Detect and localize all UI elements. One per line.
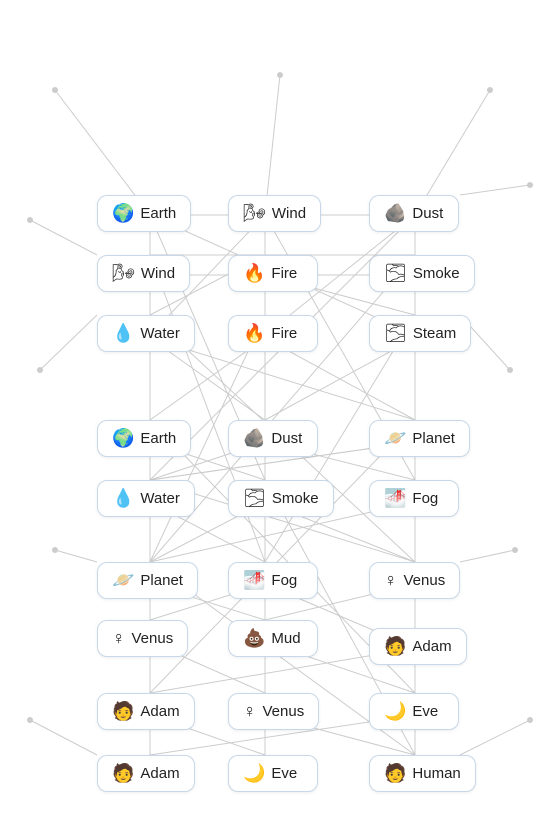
element-card-dust2[interactable]: 🪨 Dust — [228, 420, 318, 457]
element-card-smoke1[interactable]: 🌫 Smoke — [369, 255, 475, 292]
card-label: Smoke — [272, 490, 319, 507]
card-label: Fog — [271, 572, 297, 589]
card-label: Planet — [412, 430, 455, 447]
card-emoji: 🌍 — [112, 428, 134, 449]
element-card-mud1[interactable]: 💩 Mud — [228, 620, 318, 657]
card-label: Wind — [272, 205, 306, 222]
card-label: Adam — [140, 703, 179, 720]
card-emoji: 🌫 — [384, 263, 407, 284]
card-emoji: ♀ — [112, 628, 126, 649]
card-emoji: 🧑 — [384, 763, 406, 784]
card-emoji: 🌙 — [384, 701, 406, 722]
card-label: Smoke — [413, 265, 460, 282]
card-emoji: 💧 — [112, 323, 134, 344]
card-emoji: 🪐 — [112, 570, 134, 591]
element-card-water2[interactable]: 💧 Water — [97, 480, 195, 517]
element-card-human1[interactable]: 🧑 Human — [369, 755, 476, 792]
card-label: Fog — [412, 490, 438, 507]
card-label: Venus — [263, 703, 305, 720]
card-emoji: 🌁 — [384, 488, 406, 509]
card-label: Venus — [404, 572, 446, 589]
element-card-planet2[interactable]: 🪐 Planet — [97, 562, 198, 599]
element-card-planet1[interactable]: 🪐 Planet — [369, 420, 470, 457]
card-emoji: 🧑 — [112, 763, 134, 784]
card-emoji: 🌫 — [243, 488, 266, 509]
card-emoji: 🌍 — [112, 203, 134, 224]
card-label: Eve — [271, 765, 297, 782]
card-label: Human — [412, 765, 460, 782]
element-card-water1[interactable]: 💧 Water — [97, 315, 195, 352]
element-card-earth2[interactable]: 🌍 Earth — [97, 420, 191, 457]
card-label: Wind — [141, 265, 175, 282]
card-emoji: 🧑 — [112, 701, 134, 722]
element-card-fire1[interactable]: 🔥 Fire — [228, 255, 318, 292]
card-emoji: 🌫 — [384, 323, 407, 344]
element-card-venus3[interactable]: ♀ Venus — [228, 693, 319, 730]
card-emoji: 🪨 — [243, 428, 265, 449]
element-card-dust1[interactable]: 🪨 Dust — [369, 195, 459, 232]
card-label: Fire — [271, 325, 297, 342]
card-label: Adam — [412, 638, 451, 655]
card-emoji: 🔥 — [243, 323, 265, 344]
element-card-steam1[interactable]: 🌫 Steam — [369, 315, 471, 352]
card-emoji: 🌁 — [243, 570, 265, 591]
element-card-wind2[interactable]: 🌬 Wind — [97, 255, 190, 292]
element-card-wind1[interactable]: 🌬 Wind — [228, 195, 321, 232]
card-emoji: 💧 — [112, 488, 134, 509]
element-card-venus1[interactable]: ♀ Venus — [369, 562, 460, 599]
card-emoji: 🧑 — [384, 636, 406, 657]
element-card-fire2[interactable]: 🔥 Fire — [228, 315, 318, 352]
element-card-adam3[interactable]: 🧑 Adam — [97, 755, 195, 792]
card-emoji: 🪐 — [384, 428, 406, 449]
card-emoji: 🌙 — [243, 763, 265, 784]
card-label: Fire — [271, 265, 297, 282]
card-label: Mud — [271, 630, 300, 647]
element-card-adam1[interactable]: 🧑 Adam — [369, 628, 467, 665]
card-emoji: 💩 — [243, 628, 265, 649]
card-emoji: ♀ — [243, 701, 257, 722]
element-card-eve1[interactable]: 🌙 Eve — [369, 693, 459, 730]
card-label: Adam — [140, 765, 179, 782]
card-label: Earth — [140, 430, 176, 447]
element-card-eve2[interactable]: 🌙 Eve — [228, 755, 318, 792]
card-label: Planet — [140, 572, 183, 589]
card-label: Water — [140, 325, 179, 342]
card-emoji: 🌬 — [112, 263, 135, 284]
card-label: Dust — [412, 205, 443, 222]
element-card-fog1[interactable]: 🌁 Fog — [369, 480, 459, 517]
card-label: Water — [140, 490, 179, 507]
card-emoji: 🔥 — [243, 263, 265, 284]
cards-layer: 🌍 Earth 🌬 Wind 🪨 Dust 🌬 Wind 🔥 Fire 🌫 Smoke 💧 Water 🔥 F… — [0, 0, 559, 825]
card-emoji: ♀ — [384, 570, 398, 591]
card-label: Dust — [271, 430, 302, 447]
element-card-fog2[interactable]: 🌁 Fog — [228, 562, 318, 599]
card-label: Steam — [413, 325, 456, 342]
card-label: Venus — [132, 630, 174, 647]
element-card-smoke2[interactable]: 🌫 Smoke — [228, 480, 334, 517]
card-emoji: 🪨 — [384, 203, 406, 224]
element-card-venus2[interactable]: ♀ Venus — [97, 620, 188, 657]
card-label: Eve — [412, 703, 438, 720]
card-emoji: 🌬 — [243, 203, 266, 224]
element-card-adam2[interactable]: 🧑 Adam — [97, 693, 195, 730]
card-label: Earth — [140, 205, 176, 222]
element-card-earth1[interactable]: 🌍 Earth — [97, 195, 191, 232]
